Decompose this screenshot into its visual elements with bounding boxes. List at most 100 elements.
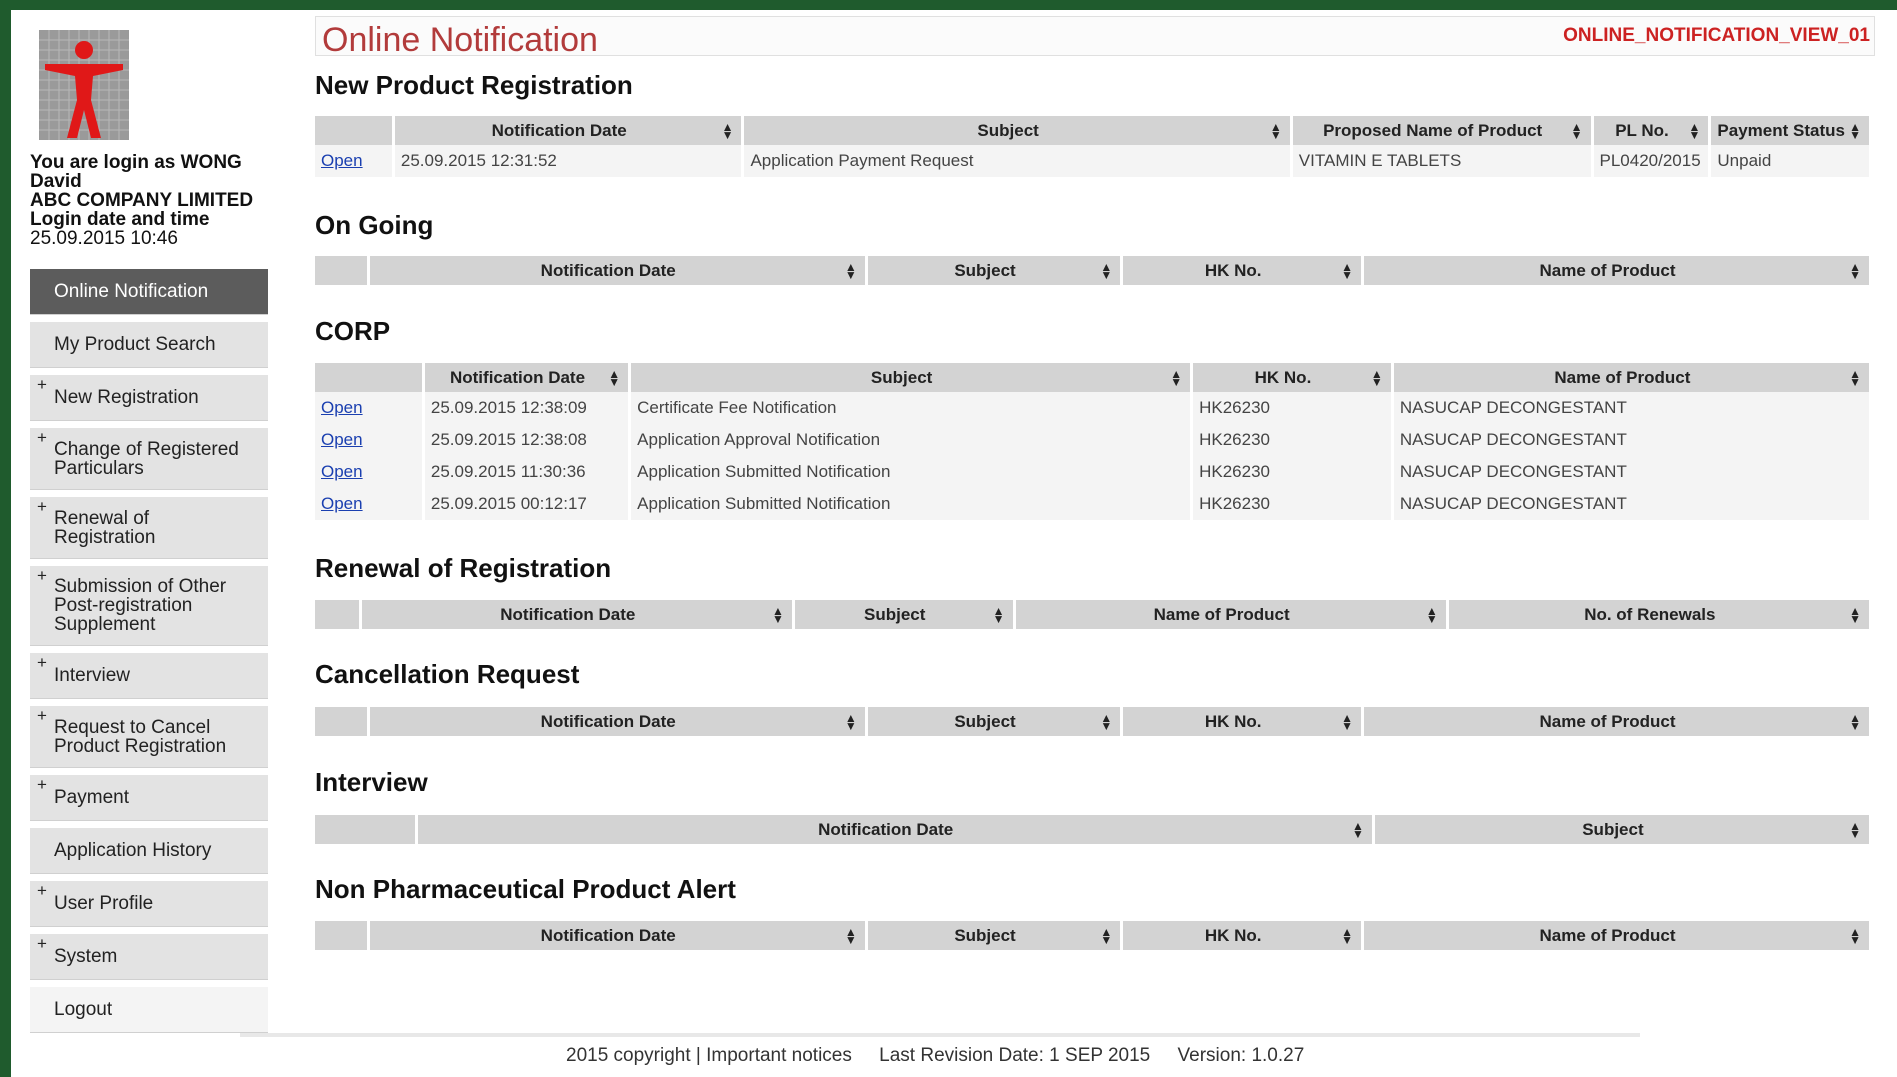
sidebar-item-user-profile[interactable]: + User Profile xyxy=(30,881,268,927)
sort-icon: ▲ ▼ xyxy=(608,366,621,389)
department-logo-icon xyxy=(39,30,139,145)
column-header-subject[interactable]: Subject ▲ ▼ xyxy=(631,363,1191,392)
column-header-hk-no[interactable]: HK No. ▲ ▼ xyxy=(1123,256,1362,285)
column-header-notification-date[interactable]: Notification Date ▲ ▼ xyxy=(369,256,865,285)
sort-icon: ▲ ▼ xyxy=(1688,119,1701,142)
column-header-name-of-product[interactable]: Name of Product ▲ ▼ xyxy=(1364,256,1869,285)
open-link[interactable]: Open xyxy=(321,151,363,170)
column-header-subject[interactable]: Subject ▲ ▼ xyxy=(744,116,1290,145)
footer-divider xyxy=(240,1033,1640,1037)
sidebar-item-payment[interactable]: + Payment xyxy=(30,775,268,821)
sort-icon: ▲ ▼ xyxy=(1100,710,1113,733)
sidebar-item-submission-post-registration[interactable]: + Submission of Other Post-registration … xyxy=(30,566,268,646)
open-link[interactable]: Open xyxy=(321,494,363,513)
column-header-pl-no[interactable]: PL No. ▲ ▼ xyxy=(1593,116,1709,145)
column-header-notification-date[interactable]: Notification Date ▲ ▼ xyxy=(417,815,1372,844)
sort-icon: ▲ ▼ xyxy=(1170,366,1183,389)
sidebar-item-my-product-search[interactable]: My Product Search xyxy=(30,322,268,368)
sort-icon: ▲ ▼ xyxy=(1849,818,1861,841)
sidebar-item-label: User Profile xyxy=(54,893,154,914)
cell-subject: Certificate Fee Notification xyxy=(631,392,1191,424)
window-frame-top xyxy=(0,0,1897,10)
column-header-subject[interactable]: Subject ▲ ▼ xyxy=(867,707,1121,736)
table-renewal-of-registration: Notification Date ▲ ▼ Subject ▲ ▼ Name of Pr… xyxy=(312,600,1872,629)
sidebar-item-label: Application History xyxy=(54,840,212,861)
sidebar-item-renewal-of-registration[interactable]: + Renewal of Registration xyxy=(30,497,268,559)
table-row: Open 25.09.2015 12:38:08 Application App… xyxy=(315,424,1869,456)
sort-icon: ▲ ▼ xyxy=(771,603,784,626)
table-interview: Notification Date ▲ ▼ Subject ▲ ▼ xyxy=(312,815,1872,844)
cell-hk-no: HK26230 xyxy=(1193,424,1391,456)
cell-notification-date: 25.09.2015 12:38:08 xyxy=(424,424,629,456)
sidebar-item-label: Interview xyxy=(54,665,131,686)
column-header-notification-date[interactable]: Notification Date ▲ ▼ xyxy=(369,921,865,950)
cell-product-name: NASUCAP DECONGESTANT xyxy=(1393,392,1869,424)
cell-subject: Application Submitted Notification xyxy=(631,456,1191,488)
column-header-proposed-name[interactable]: Proposed Name of Product ▲ ▼ xyxy=(1292,116,1591,145)
sidebar-item-application-history[interactable]: Application History xyxy=(30,828,268,874)
section-title-new-product-registration: New Product Registration xyxy=(315,70,633,100)
column-header-hk-no[interactable]: HK No. ▲ ▼ xyxy=(1123,707,1362,736)
cell-subject: Application Submitted Notification xyxy=(631,488,1191,520)
column-header-action xyxy=(315,116,392,145)
page-title: Online Notification xyxy=(322,21,598,59)
column-header-subject[interactable]: Subject ▲ ▼ xyxy=(867,921,1121,950)
column-header-hk-no[interactable]: HK No. ▲ ▼ xyxy=(1193,363,1391,392)
column-header-name-of-product[interactable]: Name of Product ▲ ▼ xyxy=(1364,707,1869,736)
column-header-no-of-renewals[interactable]: No. of Renewals ▲ ▼ xyxy=(1448,600,1869,629)
open-link[interactable]: Open xyxy=(321,462,363,481)
expand-plus-icon: + xyxy=(37,706,47,725)
column-header-subject[interactable]: Subject ▲ ▼ xyxy=(1374,815,1869,844)
sidebar-item-change-of-registered-particulars[interactable]: + Change of Registered Particulars xyxy=(30,428,268,490)
sidebar-item-label: Online Notification xyxy=(54,281,209,302)
cell-product-name: NASUCAP DECONGESTANT xyxy=(1393,424,1869,456)
sidebar-item-new-registration[interactable]: + New Registration xyxy=(30,375,268,421)
sidebar: You are login as WONG David ABC COMPANY … xyxy=(11,10,283,1033)
section-title-non-pharmaceutical-alert: Non Pharmaceutical Product Alert xyxy=(315,874,736,904)
cell-subject: Application Approval Notification xyxy=(631,424,1191,456)
open-link[interactable]: Open xyxy=(321,398,363,417)
sidebar-item-request-to-cancel[interactable]: + Request to Cancel Product Registration xyxy=(30,706,268,768)
footer-version: Version: 1.0.27 xyxy=(1177,1045,1305,1066)
column-header-action xyxy=(315,256,367,285)
sidebar-item-online-notification[interactable]: Online Notification xyxy=(30,269,268,315)
sort-icon: ▲ ▼ xyxy=(1849,603,1861,626)
table-non-pharmaceutical-alert: Notification Date ▲ ▼ Subject ▲ ▼ HK No. ▲ ▼ N… xyxy=(312,921,1872,950)
cell-notification-date: 25.09.2015 00:12:17 xyxy=(424,488,629,520)
sidebar-item-logout[interactable]: Logout xyxy=(30,987,268,1033)
table-new-product-registration: Notification Date ▲ ▼ Subject ▲ ▼ Proposed N… xyxy=(312,116,1872,177)
column-header-action xyxy=(315,707,367,736)
column-header-notification-date[interactable]: Notification Date ▲ ▼ xyxy=(369,707,865,736)
column-header-subject[interactable]: Subject ▲ ▼ xyxy=(794,600,1013,629)
table-row: Open 25.09.2015 11:30:36 Application Sub… xyxy=(315,456,1869,488)
login-user-line1: You are login as WONG xyxy=(30,152,242,173)
cell-hk-no: HK26230 xyxy=(1193,392,1391,424)
column-header-name-of-product[interactable]: Name of Product ▲ ▼ xyxy=(1393,363,1869,392)
footer-copyright[interactable]: 2015 copyright | Important notices xyxy=(566,1045,852,1066)
sort-icon: ▲ ▼ xyxy=(1341,924,1354,947)
sort-icon: ▲ ▼ xyxy=(1849,366,1861,389)
sidebar-item-interview[interactable]: + Interview xyxy=(30,653,268,699)
cell-notification-date: 25.09.2015 12:38:09 xyxy=(424,392,629,424)
column-header-notification-date[interactable]: Notification Date ▲ ▼ xyxy=(424,363,629,392)
view-id-label: ONLINE_NOTIFICATION_VIEW_01 xyxy=(1563,25,1870,46)
column-header-name-of-product[interactable]: Name of Product ▲ ▼ xyxy=(1015,600,1446,629)
column-header-notification-date[interactable]: Notification Date ▲ ▼ xyxy=(394,116,742,145)
sidebar-item-label: Payment xyxy=(54,787,129,808)
sidebar-item-label: Change of Registered Particulars xyxy=(54,438,239,479)
section-title-on-going: On Going xyxy=(315,210,434,240)
cell-subject: Application Payment Request xyxy=(744,145,1290,177)
column-header-payment-status[interactable]: Payment Status ▲ ▼ xyxy=(1711,116,1869,145)
expand-plus-icon: + xyxy=(37,881,47,900)
sidebar-item-system[interactable]: + System xyxy=(30,934,268,980)
column-header-hk-no[interactable]: HK No. ▲ ▼ xyxy=(1123,921,1362,950)
sort-icon: ▲ ▼ xyxy=(1370,366,1383,389)
column-header-name-of-product[interactable]: Name of Product ▲ ▼ xyxy=(1364,921,1869,950)
sort-icon: ▲ ▼ xyxy=(1570,119,1583,142)
column-header-subject[interactable]: Subject ▲ ▼ xyxy=(867,256,1121,285)
column-header-notification-date[interactable]: Notification Date ▲ ▼ xyxy=(361,600,792,629)
expand-plus-icon: + xyxy=(37,428,47,447)
sidebar-item-label: New Registration xyxy=(54,387,199,408)
sidebar-item-label: Renewal of Registration xyxy=(54,507,156,548)
open-link[interactable]: Open xyxy=(321,430,363,449)
